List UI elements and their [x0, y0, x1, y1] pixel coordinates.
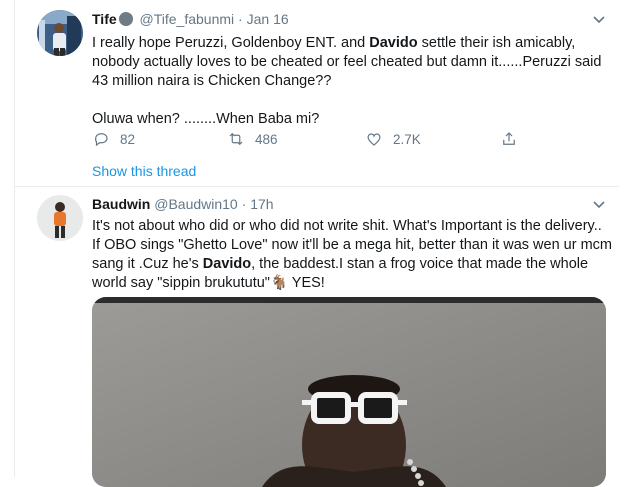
reply-button[interactable]: 82 — [92, 130, 135, 148]
tweet-time[interactable]: 17h — [250, 196, 273, 212]
separator-dot: · — [238, 11, 243, 27]
reply-count: 82 — [120, 131, 136, 147]
tweet-tife[interactable]: Tife @Tife_fabunmi · Jan 16 I really hop… — [15, 0, 619, 186]
share-button[interactable] — [500, 130, 518, 148]
goat-emoji-icon: 🐐 — [269, 275, 288, 291]
tweet-time[interactable]: Jan 16 — [247, 11, 289, 27]
avatar[interactable] — [37, 195, 83, 241]
tweet-text: I really hope Peruzzi, Goldenboy ENT. an… — [92, 34, 612, 129]
retweet-icon — [229, 132, 243, 146]
timeline-left-edge — [0, 0, 15, 477]
tweet-actions: 82 486 2.7K — [92, 130, 532, 150]
share-icon — [503, 132, 515, 145]
author-name[interactable]: Tife — [92, 11, 117, 27]
reply-icon — [95, 133, 108, 147]
chevron-down-icon[interactable] — [593, 13, 605, 25]
show-thread-link[interactable]: Show this thread — [92, 163, 196, 179]
tweet-photo[interactable] — [92, 297, 606, 487]
tweet-header: Baudwin @Baudwin10 · 17h — [92, 196, 274, 212]
author-handle[interactable]: @Tife_fabunmi — [140, 11, 235, 27]
emoji-face-icon — [118, 12, 133, 26]
separator-dot: · — [241, 196, 247, 212]
tweet-header: Tife @Tife_fabunmi · Jan 16 — [92, 11, 289, 27]
retweet-count: 486 — [255, 131, 278, 147]
author-handle[interactable]: @Baudwin10 — [154, 196, 238, 212]
photo-portrait-image — [92, 297, 606, 487]
retweet-button[interactable]: 486 — [227, 130, 278, 148]
avatar[interactable] — [37, 10, 83, 56]
like-icon — [367, 133, 381, 146]
chevron-down-icon[interactable] — [593, 198, 605, 210]
author-name[interactable]: Baudwin — [92, 196, 150, 212]
tweet-text-paragraph-2: Oluwa when? ........When Baba mi? — [92, 111, 320, 127]
tweet-baudwin[interactable]: Baudwin @Baudwin10 · 17h It's not about … — [15, 186, 619, 487]
like-button[interactable]: 2.7K — [365, 130, 421, 148]
like-count: 2.7K — [393, 131, 421, 147]
tweet-text: It's not about who did or who did not wr… — [92, 218, 612, 291]
